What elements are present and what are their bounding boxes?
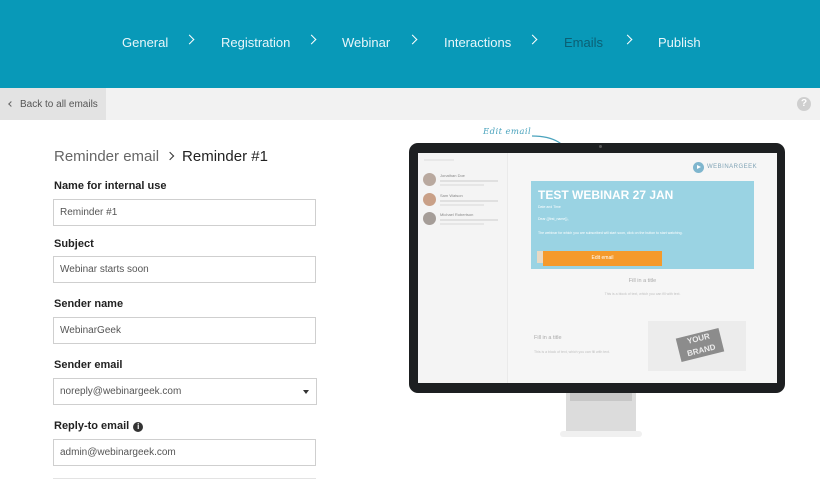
step-webinar[interactable]: Webinar: [342, 35, 390, 50]
subject-input[interactable]: Webinar starts soon: [53, 256, 316, 283]
step-registration[interactable]: Registration: [221, 35, 290, 50]
banner-greeting: Dear {{first_name}},: [538, 217, 569, 221]
internal-name-input[interactable]: Reminder #1: [53, 199, 316, 226]
stand-shadow: [570, 393, 632, 401]
edit-email-note: Edit email: [483, 127, 532, 137]
step-general[interactable]: General: [122, 35, 168, 50]
chevron-right-icon: [184, 34, 195, 45]
text-line: [440, 223, 484, 225]
chevron-right-icon: [407, 34, 418, 45]
banner-date: Date and Time: [538, 205, 561, 209]
contact-item: Michael Robertson: [423, 212, 503, 228]
next-field-edge: [53, 478, 316, 500]
subject-label: Subject: [54, 238, 94, 250]
breadcrumb: Reminder email Reminder #1: [54, 148, 268, 165]
edit-email-button: Edit email: [543, 251, 662, 266]
chevron-right-icon: [527, 34, 538, 45]
contacts-panel: Jonathan Doe Sam Watson Michael Robertso…: [418, 153, 508, 383]
chevron-right-icon: [622, 34, 633, 45]
internal-name-label: Name for internal use: [54, 180, 167, 192]
text-line: [440, 200, 498, 202]
back-label: Back to all emails: [20, 98, 98, 110]
step-interactions[interactable]: Interactions: [444, 35, 511, 50]
panel-header-line: [424, 159, 454, 161]
step-navigation: General Registration Webinar Interaction…: [0, 0, 820, 88]
contact-item: Jonathan Doe: [423, 173, 503, 189]
sender-email-label: Sender email: [54, 359, 123, 371]
avatar: [423, 173, 436, 186]
chevron-right-icon: [165, 151, 175, 161]
dropdown-caret-icon: [303, 390, 309, 394]
avatar: [423, 212, 436, 225]
internal-name-value: Reminder #1: [60, 207, 118, 218]
sender-email-value: noreply@webinargeek.com: [60, 386, 182, 397]
avatar: [423, 193, 436, 206]
block-title: Fill in a title: [628, 278, 657, 284]
text-line: [440, 219, 498, 221]
block-text: This is a block of text, which you can f…: [534, 350, 610, 354]
breadcrumb-current: Reminder #1: [182, 148, 268, 165]
contact-name: Michael Robertson: [440, 212, 474, 217]
back-to-emails-button[interactable]: Back to all emails: [0, 88, 106, 120]
banner-body: The webinar for which you are subscribed…: [538, 231, 683, 235]
subject-value: Webinar starts soon: [60, 264, 149, 275]
step-emails[interactable]: Emails: [564, 35, 603, 50]
sub-toolbar: Back to all emails ?: [0, 88, 820, 120]
monitor-base: [560, 431, 642, 437]
contact-name: Sam Watson: [440, 193, 463, 198]
sender-email-select[interactable]: noreply@webinargeek.com: [53, 378, 317, 405]
chevron-left-icon: [8, 101, 14, 107]
step-publish[interactable]: Publish: [658, 35, 701, 50]
sender-name-value: WebinarGeek: [60, 325, 121, 336]
chevron-right-icon: [306, 34, 317, 45]
text-line: [440, 204, 484, 206]
play-icon: [693, 161, 704, 173]
reply-to-input[interactable]: admin@webinargeek.com: [53, 439, 316, 466]
text-line: [440, 180, 498, 182]
reply-to-value: admin@webinargeek.com: [60, 447, 176, 458]
breadcrumb-parent[interactable]: Reminder email: [54, 148, 159, 165]
reply-to-label: Reply-to email i: [54, 420, 144, 432]
info-icon[interactable]: i: [133, 422, 144, 432]
sender-name-input[interactable]: WebinarGeek: [53, 317, 316, 344]
block-title: Fill in a title: [534, 335, 562, 341]
block-text: This is a block of text, which you can f…: [604, 292, 681, 296]
reply-to-label-text: Reply-to email: [54, 420, 130, 432]
help-icon[interactable]: ?: [797, 97, 811, 111]
camera-dot: [599, 145, 602, 148]
contact-name: Jonathan Doe: [440, 173, 465, 178]
contact-item: Sam Watson: [423, 193, 503, 209]
sender-name-label: Sender name: [54, 298, 124, 310]
banner-title: TEST WEBINAR 27 JAN: [538, 188, 674, 202]
text-line: [440, 184, 484, 186]
webinargeek-logo: WEBINARGEEK: [693, 161, 757, 173]
logo-text: WEBINARGEEK: [707, 164, 758, 170]
